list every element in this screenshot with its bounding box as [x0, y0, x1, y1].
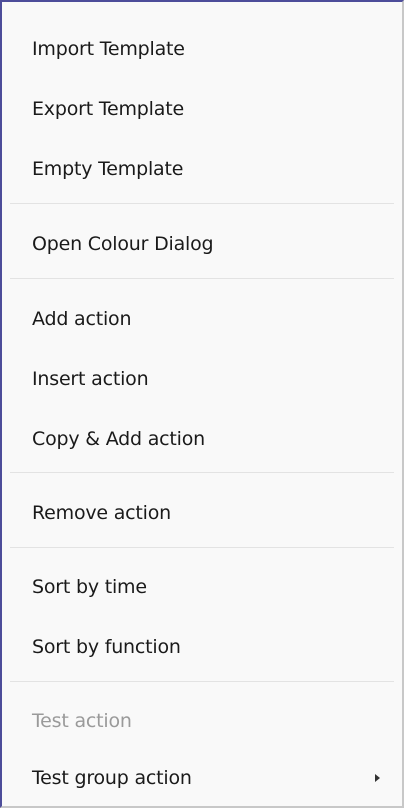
menu-item-label: Export Template — [32, 98, 184, 120]
menu-item-label: Sort by function — [32, 636, 181, 658]
menu-item-insert-action[interactable]: Insert action — [2, 352, 402, 406]
menu-separator — [10, 547, 394, 548]
menu-item-label: Empty Template — [32, 158, 184, 180]
menu-item-import-template[interactable]: Import Template — [2, 22, 402, 76]
menu-item-test-group-action[interactable]: Test group action — [2, 751, 402, 805]
menu-item-label: Insert action — [32, 368, 149, 390]
menu-item-export-template[interactable]: Export Template — [2, 82, 402, 136]
menu-item-label: Add action — [32, 308, 132, 330]
chevron-right-icon — [375, 774, 380, 782]
menu-item-label: Test action — [32, 710, 132, 732]
menu-separator — [10, 681, 394, 682]
menu-separator — [10, 203, 394, 204]
menu-item-sort-by-time[interactable]: Sort by time — [2, 560, 402, 614]
menu-separator — [10, 472, 394, 473]
menu-item-empty-template[interactable]: Empty Template — [2, 142, 402, 196]
menu-item-label: Open Colour Dialog — [32, 233, 214, 255]
context-menu: Import Template Export Template Empty Te… — [0, 0, 404, 808]
menu-item-open-colour-dialog[interactable]: Open Colour Dialog — [2, 217, 402, 271]
menu-item-copy-add-action[interactable]: Copy & Add action — [2, 412, 402, 466]
menu-item-sort-by-function[interactable]: Sort by function — [2, 620, 402, 674]
menu-item-label: Test group action — [32, 767, 192, 789]
menu-item-add-action[interactable]: Add action — [2, 292, 402, 346]
menu-item-label: Copy & Add action — [32, 428, 205, 450]
menu-item-label: Remove action — [32, 502, 172, 524]
menu-item-label: Sort by time — [32, 576, 147, 598]
menu-item-remove-action[interactable]: Remove action — [2, 486, 402, 540]
menu-item-test-action: Test action — [2, 694, 402, 748]
menu-item-label: Import Template — [32, 38, 185, 60]
menu-separator — [10, 278, 394, 279]
